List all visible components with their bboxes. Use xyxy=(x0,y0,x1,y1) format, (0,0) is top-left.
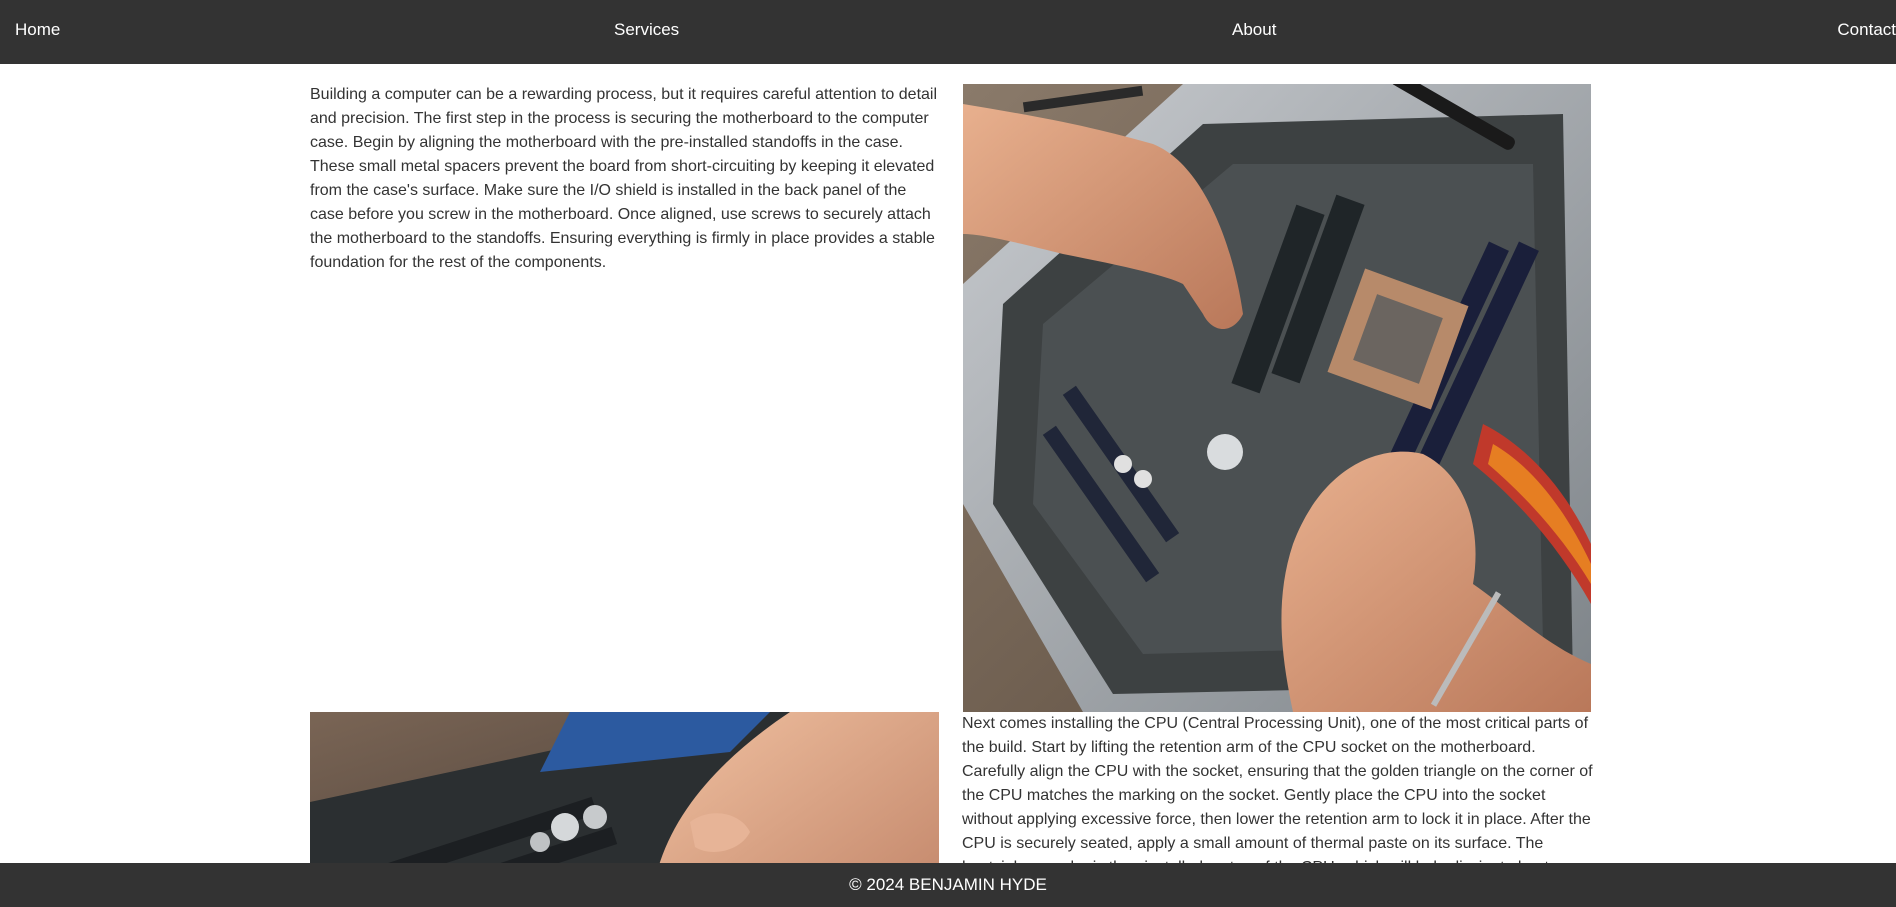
motherboard-paragraph: Building a computer can be a rewarding p… xyxy=(310,86,938,271)
page-footer: © 2024 BENJAMIN HYDE xyxy=(0,863,1896,907)
nav-link-about[interactable]: About xyxy=(1232,20,1276,40)
nav-link-services[interactable]: Services xyxy=(614,20,679,40)
motherboard-install-image xyxy=(963,84,1591,712)
nav-link-home[interactable]: Home xyxy=(15,20,60,40)
top-navigation: Home Services About Contact xyxy=(0,0,1896,64)
main-content: Building a computer can be a rewarding p… xyxy=(0,64,1896,863)
cpu-paragraph: Next comes installing the CPU (Central P… xyxy=(962,715,1593,863)
cpu-install-image xyxy=(310,712,939,863)
footer-copyright: © 2024 BENJAMIN HYDE xyxy=(849,875,1047,894)
nav-link-contact[interactable]: Contact xyxy=(1837,20,1896,40)
